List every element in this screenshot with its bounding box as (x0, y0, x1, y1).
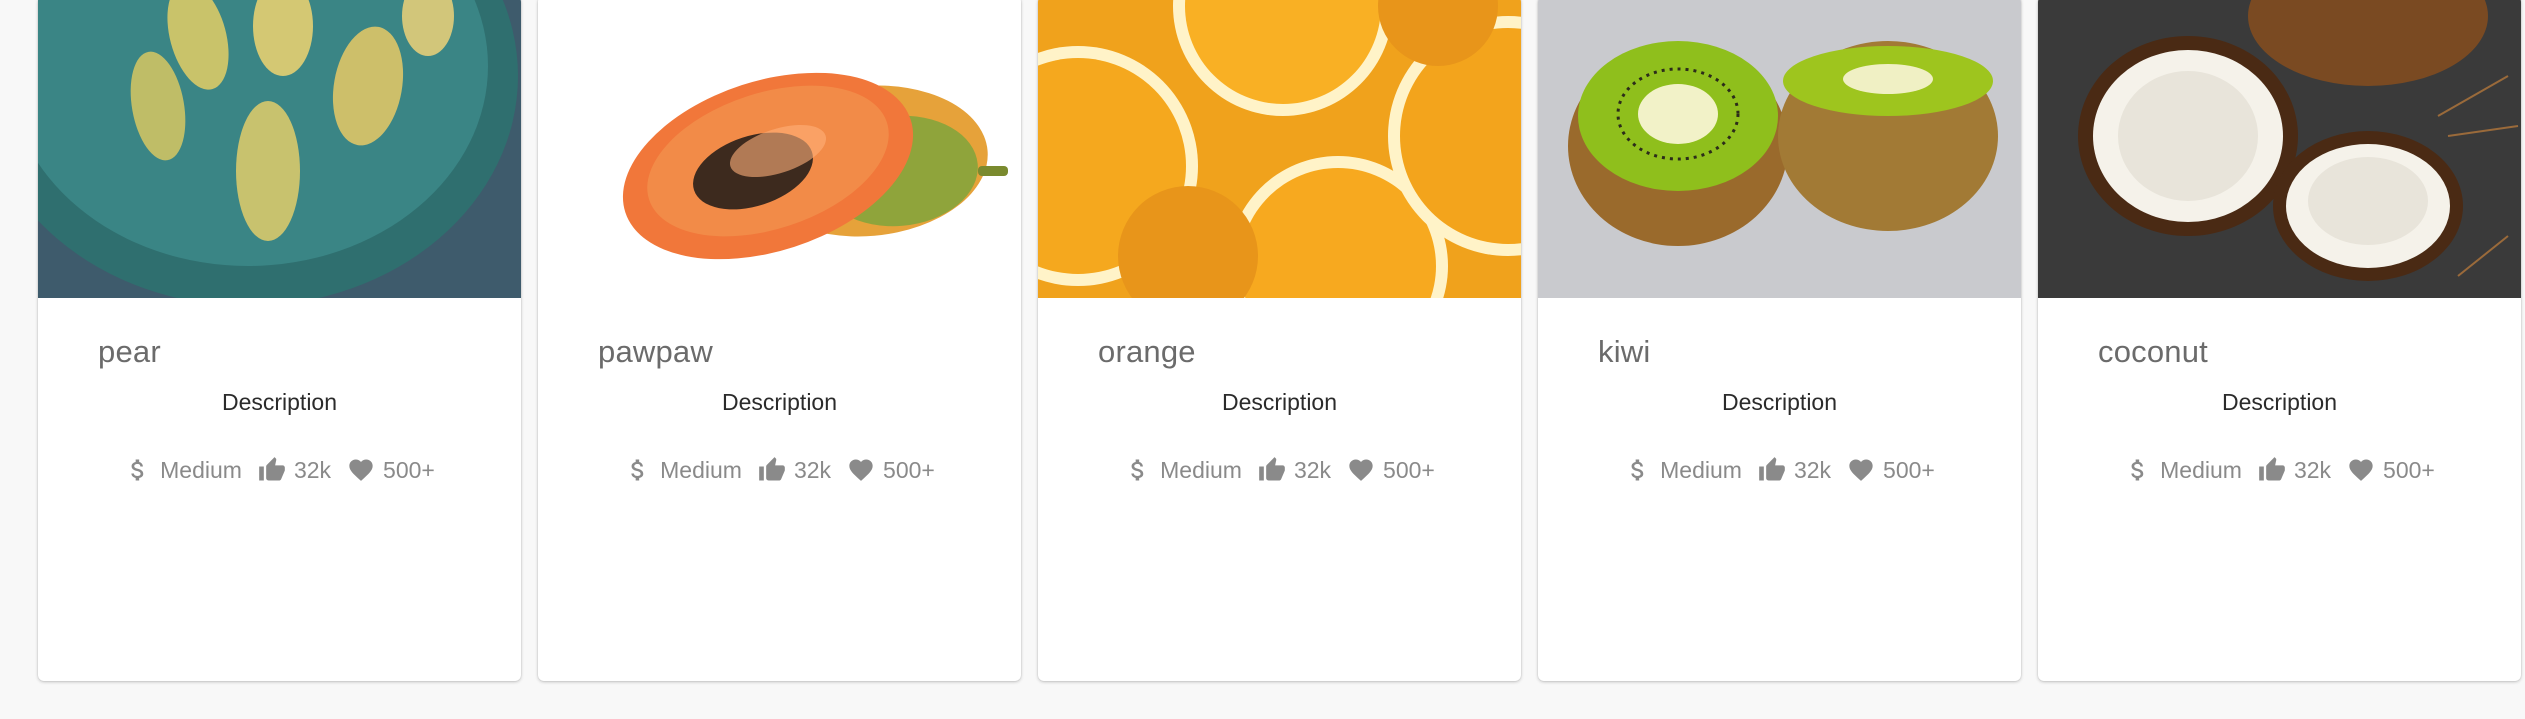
price-stat: Medium (124, 456, 242, 484)
fruit-card-orange[interactable]: orange Description Medium 32k 500+ (1038, 0, 1521, 681)
fruit-card-coconut[interactable]: coconut Description Medium 32k 500+ (2038, 0, 2521, 681)
fruit-card-pear[interactable]: pear Description Medium 32k 500+ (38, 0, 521, 681)
heart-icon (1847, 456, 1875, 484)
likes-count: 32k (1793, 456, 1832, 483)
kiwi-image (1538, 0, 2021, 298)
thumb-up-icon (1258, 456, 1286, 484)
card-title: coconut (2098, 334, 2208, 369)
favorites-stat[interactable]: 500+ (347, 456, 435, 484)
thumb-up-icon (2258, 456, 2286, 484)
orange-image (1038, 0, 1521, 298)
pawpaw-image (538, 0, 1021, 298)
favorites-count: 500+ (1883, 456, 1935, 483)
thumb-up-icon (758, 456, 786, 484)
price-stat: Medium (624, 456, 742, 484)
favorites-stat[interactable]: 500+ (2347, 456, 2435, 484)
price-label: Medium (1160, 456, 1242, 483)
card-description: Description (2221, 389, 2338, 415)
pear-image (38, 0, 521, 298)
dollar-icon (1624, 456, 1652, 484)
favorites-count: 500+ (1383, 456, 1435, 483)
likes-count: 32k (293, 456, 332, 483)
card-title: pawpaw (598, 334, 713, 369)
likes-stat[interactable]: 32k (1258, 456, 1331, 484)
dollar-icon (2124, 456, 2152, 484)
favorites-stat[interactable]: 500+ (1847, 456, 1935, 484)
card-stats: Medium 32k 500+ (38, 456, 521, 484)
price-label: Medium (1660, 456, 1742, 483)
heart-icon (347, 456, 375, 484)
card-title: kiwi (1598, 334, 1651, 369)
price-stat: Medium (2124, 456, 2242, 484)
heart-icon (2347, 456, 2375, 484)
fruit-card-grid: pear Description Medium 32k 500+ pawpaw … (0, 0, 2525, 719)
card-description: Description (1721, 389, 1838, 415)
card-stats: Medium 32k 500+ (1538, 456, 2021, 484)
card-stats: Medium 32k 500+ (538, 456, 1021, 484)
coconut-image (2038, 0, 2521, 298)
heart-icon (847, 456, 875, 484)
likes-count: 32k (1293, 456, 1332, 483)
dollar-icon (124, 456, 152, 484)
likes-stat[interactable]: 32k (758, 456, 831, 484)
dollar-icon (1124, 456, 1152, 484)
favorites-count: 500+ (2383, 456, 2435, 483)
card-stats: Medium 32k 500+ (1038, 456, 1521, 484)
card-title: orange (1098, 334, 1196, 369)
favorites-stat[interactable]: 500+ (847, 456, 935, 484)
favorites-count: 500+ (883, 456, 935, 483)
price-stat: Medium (1124, 456, 1242, 484)
price-label: Medium (2160, 456, 2242, 483)
likes-count: 32k (2293, 456, 2332, 483)
fruit-card-pawpaw[interactable]: pawpaw Description Medium 32k 500+ (538, 0, 1021, 681)
card-description: Description (221, 389, 338, 415)
likes-count: 32k (793, 456, 832, 483)
price-label: Medium (660, 456, 742, 483)
thumb-up-icon (258, 456, 286, 484)
favorites-stat[interactable]: 500+ (1347, 456, 1435, 484)
card-description: Description (1221, 389, 1338, 415)
likes-stat[interactable]: 32k (258, 456, 331, 484)
card-description: Description (721, 389, 838, 415)
price-label: Medium (160, 456, 242, 483)
heart-icon (1347, 456, 1375, 484)
card-stats: Medium 32k 500+ (2038, 456, 2521, 484)
favorites-count: 500+ (383, 456, 435, 483)
dollar-icon (624, 456, 652, 484)
thumb-up-icon (1758, 456, 1786, 484)
likes-stat[interactable]: 32k (1758, 456, 1831, 484)
fruit-card-kiwi[interactable]: kiwi Description Medium 32k 500+ (1538, 0, 2021, 681)
card-title: pear (98, 334, 161, 369)
price-stat: Medium (1624, 456, 1742, 484)
likes-stat[interactable]: 32k (2258, 456, 2331, 484)
